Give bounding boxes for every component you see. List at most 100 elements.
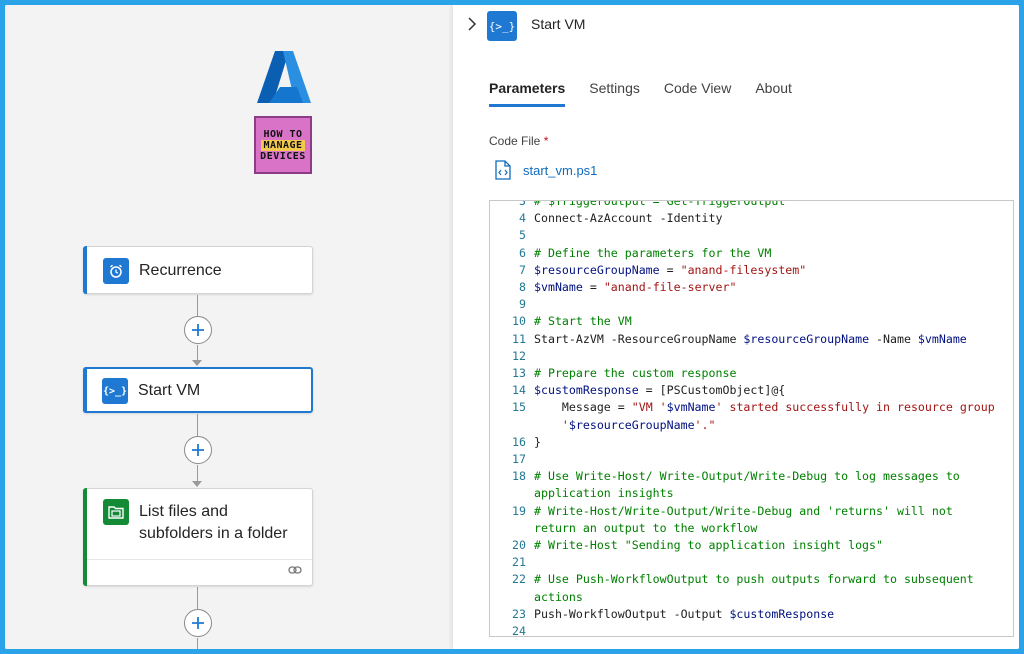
arrow-down-icon xyxy=(192,360,202,366)
line-number: 7 xyxy=(519,262,526,277)
logo-line-3: DEVICES xyxy=(260,150,306,162)
code-token: '." xyxy=(694,417,716,432)
code-token: Message = xyxy=(534,400,632,415)
line-number: 15 xyxy=(512,400,526,415)
code-text: application insights xyxy=(534,485,674,502)
code-token: $resourceGroupName xyxy=(534,262,660,277)
step-accent-bar xyxy=(83,367,87,413)
code-token: Start-AzVM -ResourceGroupName xyxy=(534,331,744,346)
code-token: # Start the VM xyxy=(534,314,632,329)
step-list-files[interactable]: List files and subfolders in a folder xyxy=(83,488,313,586)
code-token: $resourceGroupName xyxy=(743,331,870,346)
code-file-label: Code File * xyxy=(489,134,548,148)
connector-line xyxy=(197,414,198,438)
line-number: 12 xyxy=(512,348,526,363)
tab-about[interactable]: About xyxy=(755,80,792,107)
code-text: Push-WorkflowOutput -Output $customRespo… xyxy=(534,606,834,623)
line-number: 6 xyxy=(519,245,526,260)
step-label-line-2: subfolders in a folder xyxy=(139,525,288,542)
code-token: application insights xyxy=(534,486,674,501)
code-token: $customResponse xyxy=(534,383,639,398)
code-text: $resourceGroupName = "anand-filesystem" xyxy=(534,262,806,279)
step-recurrence[interactable]: Recurrence xyxy=(83,246,313,294)
step-start-vm[interactable]: {>_} Start VM xyxy=(83,367,313,413)
code-token: = [PSCustomObject]@{ xyxy=(638,383,786,398)
line-number: 21 xyxy=(512,555,526,570)
line-number: 10 xyxy=(512,314,526,329)
code-token: # Write-Host/Write-Output/Write-Debug an… xyxy=(534,503,953,518)
insert-step-button[interactable] xyxy=(184,436,212,464)
code-text: # Use Write-Host/ Write-Output/Write-Deb… xyxy=(534,468,960,485)
code-token: # Define the parameters for the VM xyxy=(534,245,772,260)
link-icon xyxy=(288,566,302,574)
code-token: "anand-file-server" xyxy=(603,280,737,294)
required-marker: * xyxy=(543,134,549,148)
plus-icon xyxy=(192,617,204,629)
code-text: Message = "VM '$vmName' started successf… xyxy=(534,399,995,416)
step-accent-bar xyxy=(83,488,87,586)
code-text: # Write-Host "Sending to application ins… xyxy=(534,537,883,554)
code-file-icon xyxy=(495,160,511,180)
logo-line-1: HOW TO xyxy=(263,128,303,140)
code-token: Push-WorkflowOutput -Output xyxy=(534,606,730,621)
step-label-line-1: List files and xyxy=(139,503,228,520)
code-token: ' xyxy=(534,417,569,432)
code-token: "VM ' xyxy=(631,400,667,415)
connector-line xyxy=(197,638,198,649)
line-number: 19 xyxy=(512,503,526,518)
code-text: $vmName = "anand-file-server" xyxy=(534,279,736,296)
line-number: 14 xyxy=(512,383,526,398)
code-text: # Write-Host/Write-Output/Write-Debug an… xyxy=(534,503,953,520)
code-token: $vmName xyxy=(534,280,583,294)
tab-code-view[interactable]: Code View xyxy=(664,80,731,107)
code-editor[interactable]: 3 # $TriggerOutput = Get-TriggerOutput 4 Co… xyxy=(489,200,1014,637)
line-number: 16 xyxy=(512,434,526,449)
code-token: # $TriggerOutput = Get-TriggerOutput xyxy=(534,200,786,208)
plus-icon xyxy=(192,324,204,336)
arrow-down-icon xyxy=(192,481,202,487)
insert-step-button[interactable] xyxy=(184,609,212,637)
code-token: = xyxy=(659,262,681,277)
code-token: } xyxy=(534,434,541,449)
code-token: $vmName xyxy=(917,331,967,346)
code-text: # Prepare the custom response xyxy=(534,365,736,382)
code-token: actions xyxy=(534,589,583,604)
line-number: 17 xyxy=(512,452,526,466)
how-to-manage-devices-logo: HOW TO MANAGE DEVICES xyxy=(254,116,312,174)
plus-icon xyxy=(192,444,204,456)
tab-parameters[interactable]: Parameters xyxy=(489,80,566,107)
line-number: 22 xyxy=(512,572,526,587)
step-label: List files and subfolders in a folder xyxy=(139,501,309,545)
divider xyxy=(87,559,312,560)
code-text: return an output to the workflow xyxy=(534,520,757,537)
code-text: '$resourceGroupName'." xyxy=(534,417,716,434)
code-token: $customResponse xyxy=(729,606,835,621)
panel-title: Start VM xyxy=(531,16,586,32)
code-text: } xyxy=(534,434,541,451)
code-brackets-icon: {>_} xyxy=(487,11,517,41)
line-number: 3 xyxy=(519,200,526,208)
line-number: 11 xyxy=(512,331,526,346)
code-token: # Prepare the custom response xyxy=(534,366,737,380)
insert-step-button[interactable] xyxy=(184,316,212,344)
code-token: $resourceGroupName xyxy=(568,417,695,432)
step-label: Recurrence xyxy=(139,262,222,279)
step-accent-bar xyxy=(83,246,87,294)
code-token: ' started successfully in resource group xyxy=(715,400,995,415)
panel-tabs: Parameters Settings Code View About xyxy=(489,80,816,107)
line-number: 9 xyxy=(519,297,526,312)
connector-line xyxy=(197,587,198,609)
chevron-right-icon[interactable] xyxy=(467,17,477,31)
code-text: Connect-AzAccount -Identity xyxy=(534,210,722,227)
code-text: # Define the parameters for the VM xyxy=(534,245,771,262)
code-file-link[interactable]: start_vm.ps1 xyxy=(523,163,597,178)
connector-line xyxy=(197,345,198,360)
line-number: 18 xyxy=(512,469,526,484)
workflow-designer-canvas: HOW TO MANAGE DEVICES Recurrence {>_} St… xyxy=(5,5,453,649)
tab-settings[interactable]: Settings xyxy=(589,80,640,107)
code-token: # Use Write-Host/ Write-Output/Write-Deb… xyxy=(534,469,960,484)
logo-line-2: MANAGE xyxy=(261,139,305,151)
code-token: -Name xyxy=(869,331,918,346)
azure-logo xyxy=(257,51,311,103)
code-token: # Write-Host "Sending to application ins… xyxy=(534,538,884,552)
